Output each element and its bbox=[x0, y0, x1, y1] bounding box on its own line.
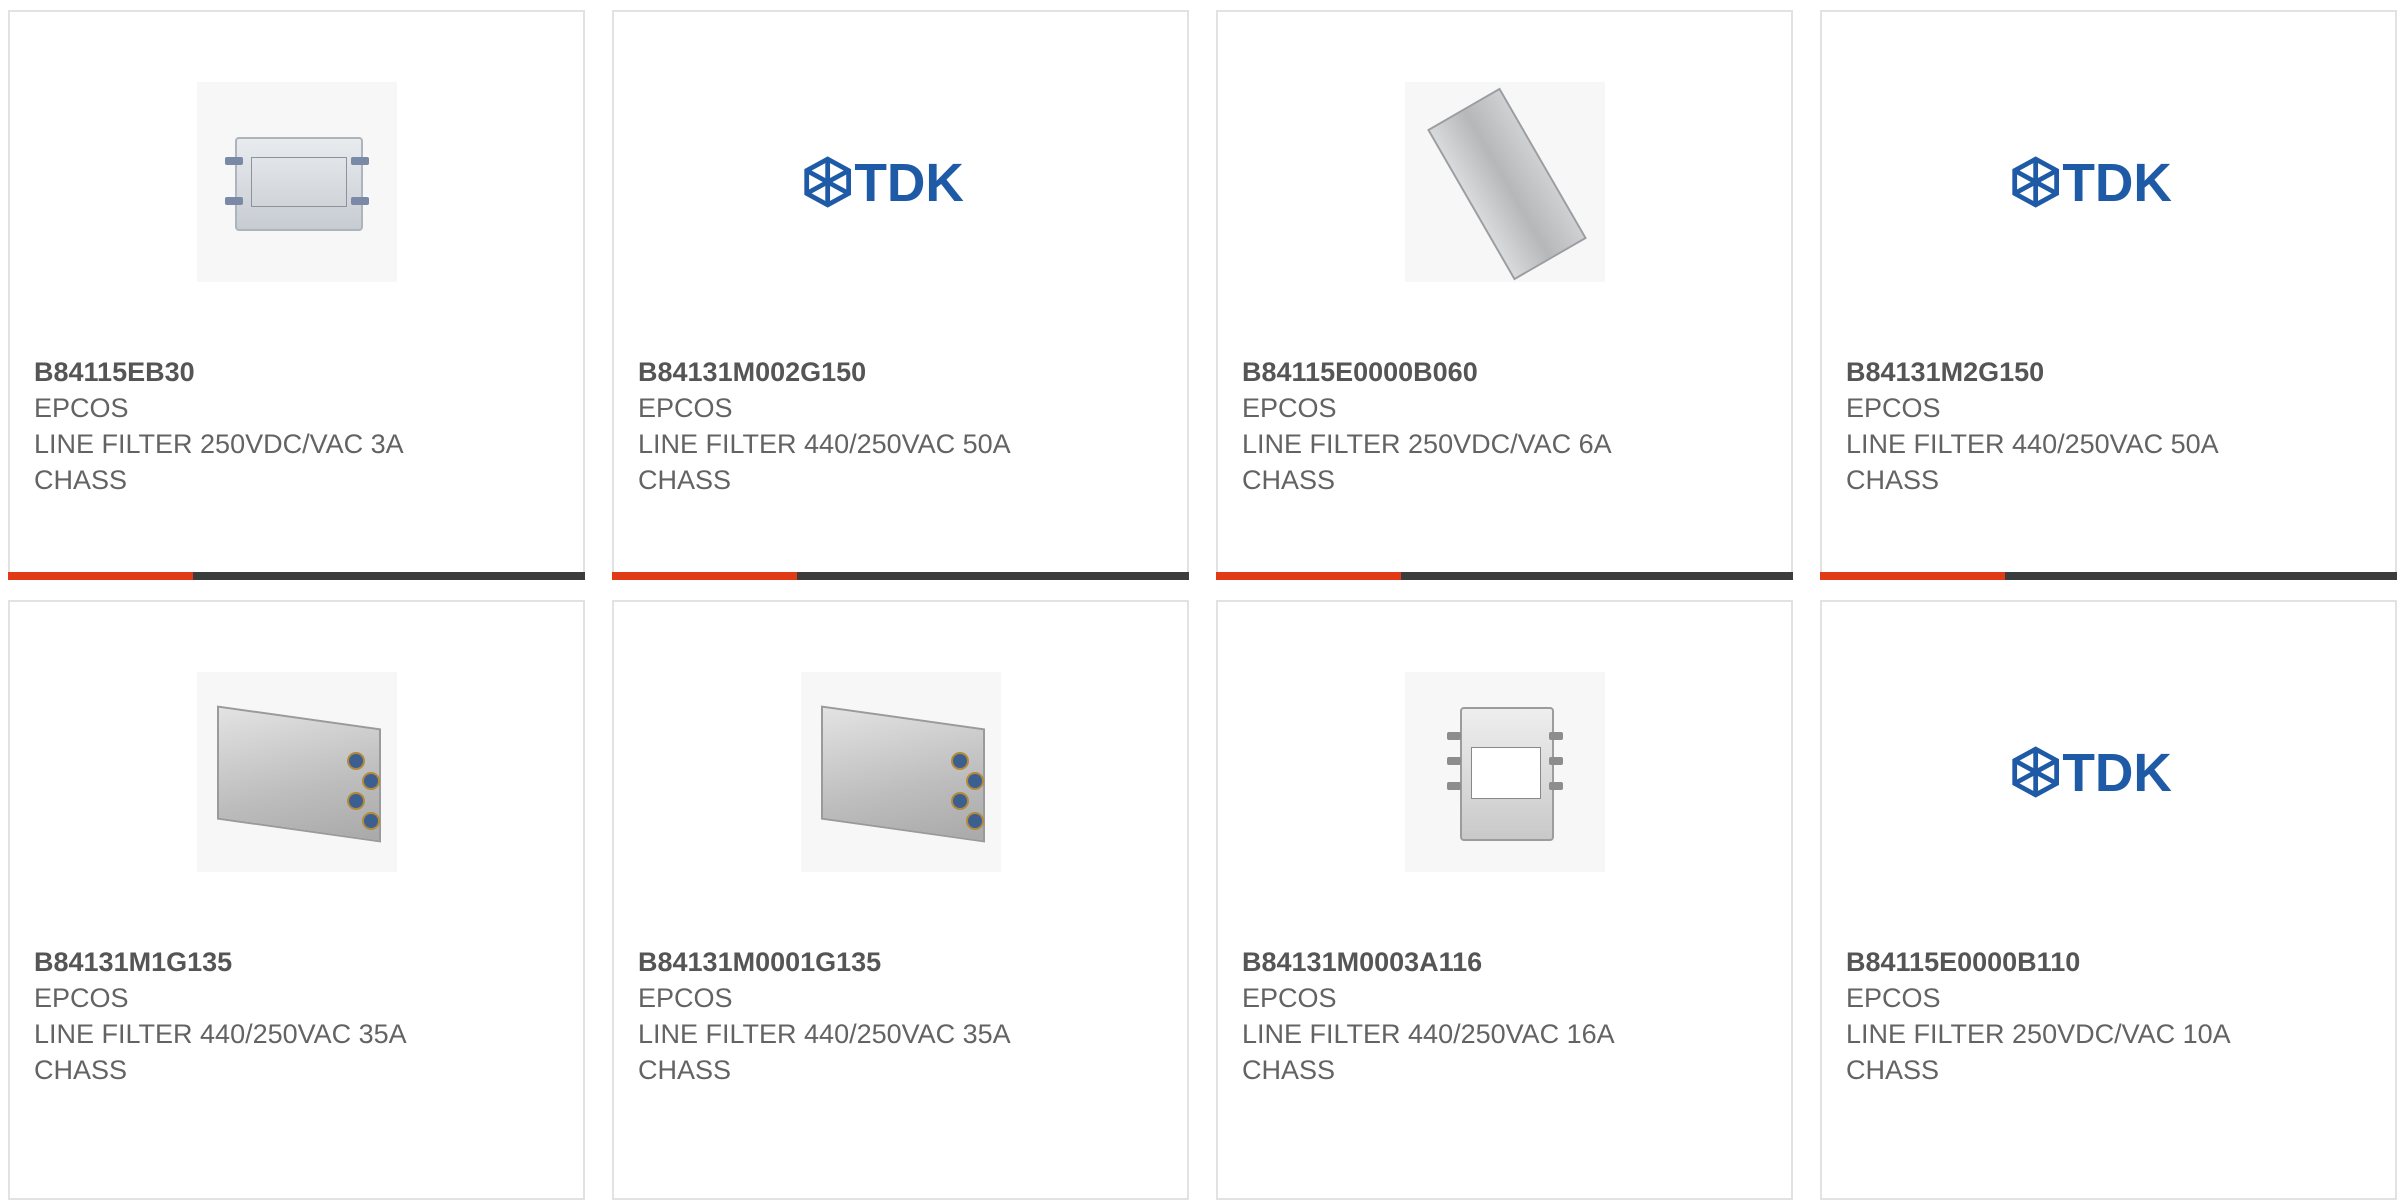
part-number[interactable]: B84115E0000B110 bbox=[1846, 944, 2371, 980]
manufacturer: EPCOS bbox=[638, 983, 733, 1013]
product-info: B84115E0000B110 EPCOS LINE FILTER 250VDC… bbox=[1846, 944, 2371, 1088]
description-continued: CHASS bbox=[1846, 1055, 1940, 1085]
part-number[interactable]: B84115E0000B060 bbox=[1242, 354, 1767, 390]
progress-bar-fill bbox=[612, 572, 797, 580]
product-info: B84131M2G150 EPCOS LINE FILTER 440/250VA… bbox=[1846, 354, 2371, 498]
part-number[interactable]: B84131M0003A116 bbox=[1242, 944, 1767, 980]
tdk-logo: TDK bbox=[2009, 82, 2209, 282]
description-continued: CHASS bbox=[1242, 1055, 1336, 1085]
tdk-logo: TDK bbox=[801, 82, 1001, 282]
manufacturer: EPCOS bbox=[1242, 983, 1337, 1013]
manufacturer: EPCOS bbox=[34, 983, 129, 1013]
product-info: B84115E0000B060 EPCOS LINE FILTER 250VDC… bbox=[1242, 354, 1767, 498]
manufacturer: EPCOS bbox=[34, 393, 129, 423]
progress-bar bbox=[612, 572, 1189, 580]
filter-box-image bbox=[800, 672, 1001, 872]
tdk-logo: TDK bbox=[2009, 672, 2209, 872]
description-continued: CHASS bbox=[638, 465, 732, 495]
description: LINE FILTER 440/250VAC 35A bbox=[638, 1019, 1011, 1049]
description: LINE FILTER 440/250VAC 50A bbox=[638, 429, 1011, 459]
product-info: B84115EB30 EPCOS LINE FILTER 250VDC/VAC … bbox=[34, 354, 559, 498]
product-card[interactable]: TDK B84115E0000B110 EPCOS LINE FILTER 25… bbox=[1820, 600, 2397, 1200]
filter-square-image bbox=[1404, 672, 1605, 872]
filter-small-image bbox=[196, 82, 397, 282]
manufacturer: EPCOS bbox=[1242, 393, 1337, 423]
product-card[interactable]: B84131M1G135 EPCOS LINE FILTER 440/250VA… bbox=[8, 600, 585, 1200]
progress-bar bbox=[1820, 572, 2397, 580]
svg-text:TDK: TDK bbox=[2062, 154, 2172, 212]
product-card[interactable]: TDK B84131M002G150 EPCOS LINE FILTER 440… bbox=[612, 10, 1189, 580]
product-image-link[interactable] bbox=[614, 672, 1187, 872]
svg-text:TDK: TDK bbox=[854, 154, 964, 212]
manufacturer: EPCOS bbox=[1846, 983, 1941, 1013]
product-info: B84131M0001G135 EPCOS LINE FILTER 440/25… bbox=[638, 944, 1163, 1088]
product-card[interactable]: B84131M0001G135 EPCOS LINE FILTER 440/25… bbox=[612, 600, 1189, 1200]
part-number[interactable]: B84131M2G150 bbox=[1846, 354, 2371, 390]
product-image-link[interactable]: TDK bbox=[614, 82, 1187, 282]
product-card[interactable]: B84115EB30 EPCOS LINE FILTER 250VDC/VAC … bbox=[8, 10, 585, 580]
product-card[interactable]: TDK B84131M2G150 EPCOS LINE FILTER 440/2… bbox=[1820, 10, 2397, 580]
description: LINE FILTER 440/250VAC 35A bbox=[34, 1019, 407, 1049]
product-image-link[interactable] bbox=[1218, 672, 1791, 872]
product-image-link[interactable] bbox=[1218, 82, 1791, 282]
product-info: B84131M002G150 EPCOS LINE FILTER 440/250… bbox=[638, 354, 1163, 498]
description: LINE FILTER 250VDC/VAC 10A bbox=[1846, 1019, 2231, 1049]
description: LINE FILTER 250VDC/VAC 3A bbox=[34, 429, 404, 459]
description: LINE FILTER 250VDC/VAC 6A bbox=[1242, 429, 1612, 459]
part-number[interactable]: B84131M002G150 bbox=[638, 354, 1163, 390]
product-image-link[interactable] bbox=[10, 672, 583, 872]
product-image-link[interactable]: TDK bbox=[1822, 672, 2395, 872]
progress-bar-fill bbox=[1216, 572, 1401, 580]
progress-bar bbox=[1216, 572, 1793, 580]
description: LINE FILTER 440/250VAC 16A bbox=[1242, 1019, 1615, 1049]
description: LINE FILTER 440/250VAC 50A bbox=[1846, 429, 2219, 459]
progress-bar-fill bbox=[1820, 572, 2005, 580]
part-number[interactable]: B84131M1G135 bbox=[34, 944, 559, 980]
product-card[interactable]: B84131M0003A116 EPCOS LINE FILTER 440/25… bbox=[1216, 600, 1793, 1200]
progress-bar-fill bbox=[8, 572, 193, 580]
product-info: B84131M0003A116 EPCOS LINE FILTER 440/25… bbox=[1242, 944, 1767, 1088]
filter-box-image bbox=[196, 672, 397, 872]
description-continued: CHASS bbox=[1846, 465, 1940, 495]
filter-angled-image bbox=[1404, 82, 1605, 282]
description-continued: CHASS bbox=[638, 1055, 732, 1085]
product-info: B84131M1G135 EPCOS LINE FILTER 440/250VA… bbox=[34, 944, 559, 1088]
product-card[interactable]: B84115E0000B060 EPCOS LINE FILTER 250VDC… bbox=[1216, 10, 1793, 580]
description-continued: CHASS bbox=[34, 1055, 128, 1085]
product-image-link[interactable]: TDK bbox=[1822, 82, 2395, 282]
progress-bar bbox=[8, 572, 585, 580]
manufacturer: EPCOS bbox=[638, 393, 733, 423]
description-continued: CHASS bbox=[1242, 465, 1336, 495]
part-number[interactable]: B84115EB30 bbox=[34, 354, 559, 390]
description-continued: CHASS bbox=[34, 465, 128, 495]
svg-text:TDK: TDK bbox=[2062, 744, 2172, 802]
part-number[interactable]: B84131M0001G135 bbox=[638, 944, 1163, 980]
product-image-link[interactable] bbox=[10, 82, 583, 282]
manufacturer: EPCOS bbox=[1846, 393, 1941, 423]
